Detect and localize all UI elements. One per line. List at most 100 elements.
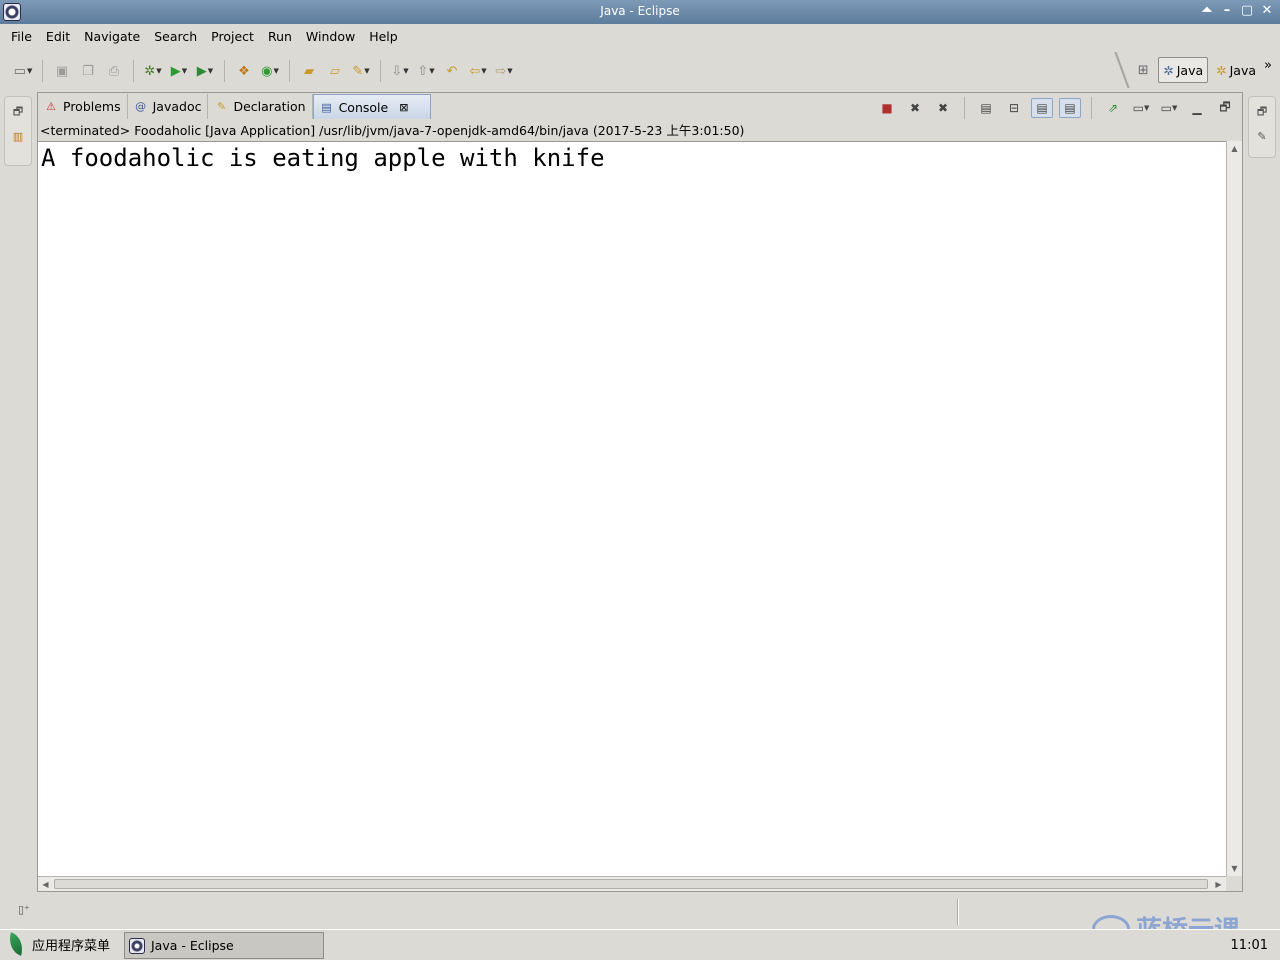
next-annotation-icon[interactable]: ⇩ ▼ bbox=[389, 61, 411, 81]
run-icon[interactable]: ▶ ▼ bbox=[168, 61, 190, 81]
eclipse-icon bbox=[129, 937, 145, 954]
close-button[interactable]: ✕ bbox=[1260, 3, 1274, 18]
scroll-down-icon[interactable]: ▼ bbox=[1227, 861, 1242, 876]
open-console-icon[interactable]: ▭ ▼ bbox=[1158, 98, 1180, 118]
tab-declaration[interactable]: ✎ Declaration bbox=[208, 94, 313, 119]
taskbar-item-label: Java - Eclipse bbox=[151, 938, 234, 953]
main-toolbar: ▭ ▼ ▣ ❐ ⎙ ✲ ▼ ▶ ▼ ▶ ▼ ❖ ◉ ▼ ▰ ▱ ✎ ▼ ⇩ ▼ ⇧ ▼ ↶ ⇦ ▼… bbox=[0, 52, 1280, 88]
debug-icon[interactable]: ✲ ▼ bbox=[142, 61, 164, 81]
taskbar: 应用程序菜单 Java - Eclipse 11:01 bbox=[0, 929, 1280, 960]
tab-javadoc[interactable]: @ Javadoc bbox=[128, 94, 209, 119]
horizontal-scrollbar[interactable]: ◀ ▶ bbox=[38, 876, 1226, 891]
save-all-icon[interactable]: ❐ bbox=[77, 61, 99, 81]
restore-icon[interactable]: 🗗 bbox=[1252, 103, 1272, 121]
console-output-text: A foodaholic is eating apple with knife bbox=[41, 144, 605, 172]
menu-search[interactable]: Search bbox=[147, 29, 204, 44]
menu-window[interactable]: Window bbox=[299, 29, 362, 44]
leaf-icon bbox=[5, 932, 27, 956]
display-console-icon[interactable]: ▭ ▼ bbox=[1130, 98, 1152, 118]
tab-label: Problems bbox=[63, 99, 121, 114]
remove-all-terminated-icon[interactable]: ✖ bbox=[932, 98, 954, 118]
toolbar-separator bbox=[380, 60, 381, 82]
window-controls: ⏶ – ▢ ✕ bbox=[1200, 3, 1274, 18]
declaration-icon: ✎ bbox=[216, 100, 227, 113]
view-tabs: ⚠ Problems @ Javadoc ✎ Declaration ▤ Con… bbox=[38, 94, 432, 119]
package-explorer-icon[interactable]: ▥ bbox=[8, 127, 28, 145]
menu-edit[interactable]: Edit bbox=[39, 29, 77, 44]
status-bar: ▯⁺ bbox=[0, 895, 1280, 927]
tab-label: Console bbox=[338, 99, 389, 115]
menu-help[interactable]: Help bbox=[362, 29, 405, 44]
tab-problems[interactable]: ⚠ Problems bbox=[38, 94, 128, 119]
toolbar-separator bbox=[42, 60, 43, 82]
menu-bar: File Edit Navigate Search Project Run Wi… bbox=[0, 24, 1280, 48]
open-type-icon[interactable]: ▰ bbox=[298, 61, 320, 81]
perspective-switcher: ⊞ ✲ Java ✲ Java » bbox=[1092, 52, 1280, 88]
scroll-lock-icon[interactable]: ⊟ bbox=[1003, 98, 1025, 118]
taskbar-item-eclipse[interactable]: Java - Eclipse bbox=[124, 932, 324, 959]
save-icon[interactable]: ▣ bbox=[51, 61, 73, 81]
search-icon[interactable]: ✎ ▼ bbox=[350, 61, 372, 81]
show-on-stderr-icon[interactable]: ▤ bbox=[1059, 98, 1081, 118]
last-edit-icon[interactable]: ↶ bbox=[441, 61, 463, 81]
window-titlebar: Java - Eclipse ⏶ – ▢ ✕ bbox=[0, 0, 1280, 24]
left-trim-stack: 🗗 ▥ bbox=[4, 96, 32, 166]
tab-label: Javadoc bbox=[152, 99, 202, 114]
menu-project[interactable]: Project bbox=[204, 29, 261, 44]
fast-view-icon[interactable]: ▯⁺ bbox=[18, 903, 30, 916]
back-icon[interactable]: ⇦ ▼ bbox=[467, 61, 489, 81]
perspective-label: Java bbox=[1176, 62, 1204, 78]
toolbar-separator bbox=[1091, 97, 1092, 119]
toolbar-separator bbox=[133, 60, 134, 82]
applications-menu-button[interactable]: 应用程序菜单 bbox=[5, 932, 111, 956]
terminate-icon[interactable]: ■ bbox=[876, 98, 898, 118]
toolbar-icons: ▭ ▼ ▣ ❐ ⎙ ✲ ▼ ▶ ▼ ▶ ▼ ❖ ◉ ▼ ▰ ▱ ✎ ▼ ⇩ ▼ ⇧ ▼ ↶ ⇦ ▼… bbox=[12, 60, 515, 82]
previous-annotation-icon[interactable]: ⇧ ▼ bbox=[415, 61, 437, 81]
tab-label: Declaration bbox=[233, 99, 306, 114]
toolbar-separator bbox=[964, 97, 965, 119]
outline-icon[interactable]: ✎ bbox=[1252, 127, 1272, 145]
show-on-stdout-icon[interactable]: ▤ bbox=[1031, 98, 1053, 118]
perspective-overflow-icon[interactable]: » bbox=[1264, 58, 1272, 73]
maximize-button[interactable]: ▢ bbox=[1240, 3, 1254, 18]
scroll-right-icon[interactable]: ▶ bbox=[1211, 877, 1226, 892]
right-trim-stack: 🗗 ✎ bbox=[1248, 96, 1276, 158]
console-icon: ▤ bbox=[321, 100, 332, 114]
java-perspective-icon: ✲ bbox=[1163, 62, 1174, 78]
scroll-up-icon[interactable]: ▲ bbox=[1227, 141, 1242, 156]
print-icon[interactable]: ⎙ bbox=[103, 61, 125, 81]
toolbar-separator bbox=[224, 60, 225, 82]
menu-run[interactable]: Run bbox=[261, 29, 299, 44]
scroll-left-icon[interactable]: ◀ bbox=[38, 877, 53, 892]
window-title: Java - Eclipse bbox=[600, 4, 680, 18]
new-class-icon[interactable]: ◉ ▼ bbox=[259, 61, 281, 81]
java-perspective-icon: ✲ bbox=[1216, 62, 1227, 78]
scrollbar-thumb[interactable] bbox=[54, 879, 1208, 889]
menu-navigate[interactable]: Navigate bbox=[77, 29, 147, 44]
view-tab-bar: ⚠ Problems @ Javadoc ✎ Declaration ▤ Con… bbox=[38, 93, 1242, 119]
close-tab-icon[interactable]: ⊠ bbox=[399, 101, 408, 114]
new-icon[interactable]: ▭ ▼ bbox=[12, 61, 34, 81]
clear-console-icon[interactable]: ▤ bbox=[975, 98, 997, 118]
console-output-area[interactable]: A foodaholic is eating apple with knife bbox=[38, 141, 1226, 876]
forward-icon[interactable]: ⇨ ▼ bbox=[493, 61, 515, 81]
new-java-project-icon[interactable]: ❖ bbox=[233, 61, 255, 81]
javadoc-icon: @ bbox=[135, 100, 147, 113]
minimize-view-icon[interactable]: ▁ bbox=[1186, 98, 1208, 118]
applications-menu-label: 应用程序菜单 bbox=[32, 938, 111, 954]
perspective-java[interactable]: ✲ Java bbox=[1212, 57, 1260, 83]
tab-console[interactable]: ▤ Console ⊠ bbox=[312, 94, 432, 119]
vertical-scrollbar[interactable]: ▲ ▼ bbox=[1226, 141, 1242, 876]
maximize-view-icon[interactable]: 🗗 bbox=[1214, 98, 1236, 118]
restore-icon[interactable]: 🗗 bbox=[8, 103, 28, 121]
perspective-label: Java bbox=[1229, 62, 1257, 78]
shade-button[interactable]: ⏶ bbox=[1200, 3, 1214, 18]
minimize-button[interactable]: – bbox=[1220, 3, 1234, 18]
pin-console-icon[interactable]: ⇗ bbox=[1102, 98, 1124, 118]
toolbar-separator bbox=[289, 60, 290, 82]
menu-file[interactable]: File bbox=[4, 29, 39, 44]
remove-launch-icon[interactable]: ✖ bbox=[904, 98, 926, 118]
open-task-icon[interactable]: ▱ bbox=[324, 61, 346, 81]
perspective-java-active[interactable]: ✲ Java bbox=[1158, 57, 1209, 83]
external-tools-icon[interactable]: ▶ ▼ bbox=[194, 61, 216, 81]
